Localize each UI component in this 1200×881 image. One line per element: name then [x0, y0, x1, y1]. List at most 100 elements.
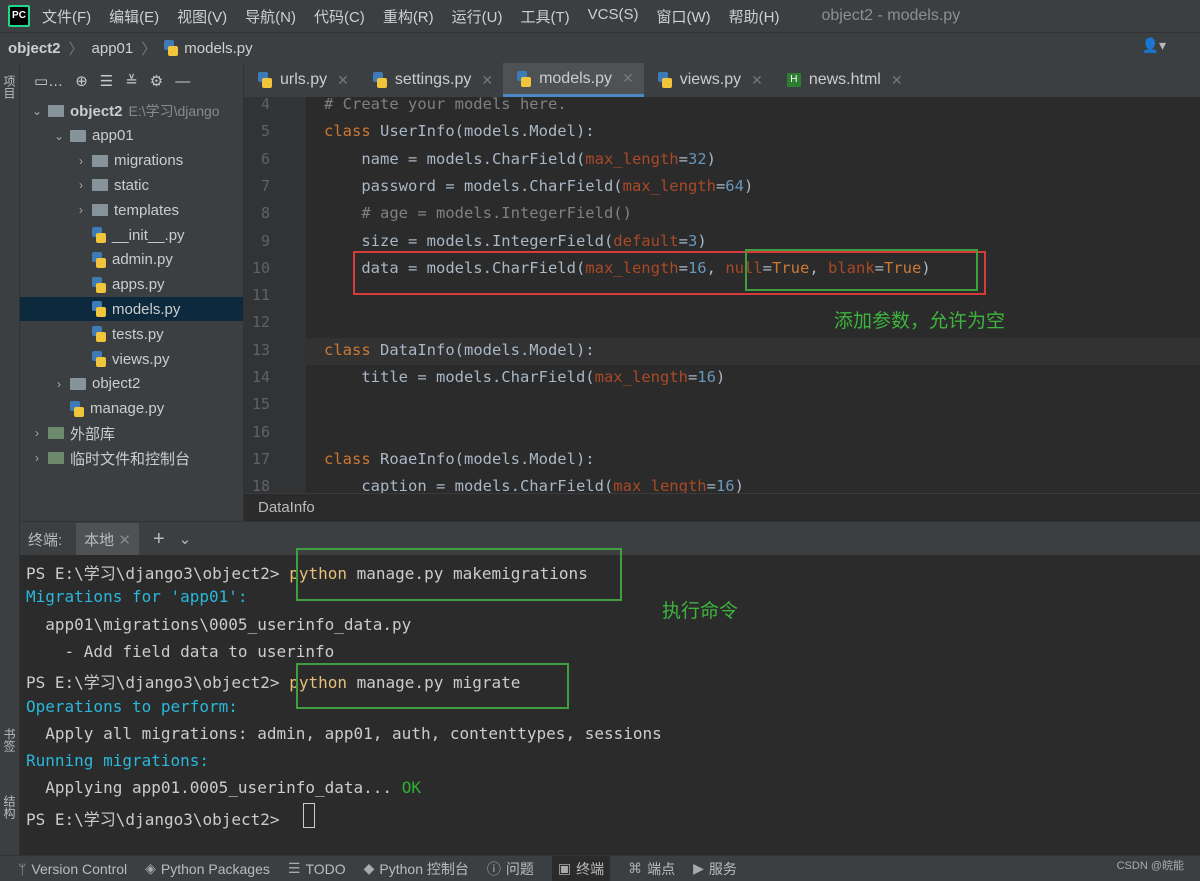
watermark: CSDN @皖能 — [1116, 860, 1184, 872]
chevron-right-icon: 〉 — [141, 40, 157, 58]
editor-tab-label: urls.py — [280, 71, 328, 88]
structure-tool-button[interactable]: 结构 — [1, 795, 18, 819]
python-file-icon — [92, 227, 106, 243]
tree-item[interactable]: __init__.py — [20, 223, 243, 247]
tree-item[interactable]: › 外部库 — [20, 421, 243, 445]
gear-icon[interactable]: ⚙ — [150, 72, 163, 90]
line-number: 6 — [260, 149, 270, 168]
close-icon[interactable]: ✕ — [891, 72, 903, 89]
editor-breadcrumb[interactable]: DataInfo — [244, 493, 1200, 521]
chevron-icon[interactable]: › — [74, 203, 88, 217]
tree-item[interactable]: models.py — [20, 297, 243, 322]
status-label: 服务 — [708, 860, 737, 877]
locate-icon[interactable]: ⊕ — [75, 72, 88, 90]
status-info[interactable]: ⓘ 问题 — [487, 859, 534, 879]
menu-item[interactable]: 帮助(H) — [729, 6, 780, 27]
add-icon[interactable]: + — [153, 528, 165, 551]
user-icon[interactable]: 👤▾ — [1142, 37, 1166, 54]
terminal-title: 终端: — [28, 531, 63, 549]
tree-item[interactable]: apps.py — [20, 273, 243, 297]
chevron-icon[interactable]: ⌄ — [30, 104, 44, 118]
code-line: class DataInfo(models.Model): — [324, 340, 595, 359]
breadcrumb-app01[interactable]: app01 — [92, 40, 134, 57]
annotation-command: 执行命令 — [662, 601, 739, 622]
chevron-icon[interactable]: › — [52, 377, 66, 391]
editor-tab[interactable]: models.py ✕ — [503, 63, 644, 97]
menu-item[interactable]: 运行(U) — [452, 6, 503, 27]
tree-item[interactable]: › static — [20, 173, 243, 197]
code-line: title = models.CharField(max_length=16) — [324, 368, 726, 386]
tab-local[interactable]: 本地 ✕ — [76, 522, 139, 556]
expand-all-icon[interactable]: ☰ — [100, 72, 113, 90]
chevron-icon[interactable]: › — [74, 178, 88, 192]
line-number: 11 — [251, 286, 270, 305]
status-branch[interactable]: ᛘ Version Control — [18, 861, 127, 877]
tree-item[interactable]: › 临时文件和控制台 — [20, 446, 243, 470]
editor-tab-label: news.html — [808, 71, 881, 88]
tree-item-label: 外部库 — [70, 425, 116, 443]
code-line: name = models.CharField(max_length=32) — [324, 149, 716, 168]
menu-item[interactable]: 窗口(W) — [656, 6, 710, 27]
close-icon[interactable]: ✕ — [622, 70, 634, 87]
menu-bar: PC 文件(F) 编辑(E) 视图(V) 导航(N) 代码(C) 重构(R) 运行(U) 工具… — [0, 0, 1200, 32]
breadcrumb-project[interactable]: object2 — [8, 40, 61, 57]
tree-item[interactable]: ⌄ object2 E:\学习\django — [20, 99, 243, 123]
list-icon: ☰ — [287, 860, 301, 876]
status-terminal[interactable]: ▣ 终端 — [551, 856, 611, 881]
menu-item[interactable]: 视图(V) — [177, 6, 227, 27]
status-list[interactable]: ☰ TODO — [288, 860, 346, 877]
status-layers[interactable]: ◈ Python Packages — [145, 860, 270, 877]
python-file-icon — [657, 72, 672, 88]
editor-tab[interactable]: urls.py ✕ — [244, 63, 359, 97]
tree-item[interactable]: › object2 — [20, 372, 243, 396]
line-number: 9 — [260, 231, 270, 250]
tree-item[interactable]: tests.py — [20, 322, 243, 346]
chevron-down-icon[interactable]: ⌄ — [179, 530, 192, 548]
tree-item[interactable]: › templates — [20, 198, 243, 222]
project-view-icon[interactable]: ▭… — [34, 72, 63, 90]
line-number: 8 — [260, 204, 270, 223]
menu-item[interactable]: 编辑(E) — [109, 6, 159, 27]
close-icon[interactable]: ✕ — [337, 72, 349, 89]
project-tool-button[interactable]: 项目 — [1, 75, 18, 99]
code-editor[interactable]: 4 5 6 7 8 9 10 11 12 13 14 15 16 17 18 # Create your m… — [244, 97, 1200, 493]
close-icon[interactable]: ✕ — [481, 72, 493, 89]
minimize-icon[interactable]: — — [175, 73, 190, 90]
close-icon[interactable]: ✕ — [118, 532, 131, 549]
menu-item[interactable]: 文件(F) — [42, 6, 91, 27]
tree-item[interactable]: views.py — [20, 347, 243, 371]
editor-tab[interactable]: Hnews.html ✕ — [773, 63, 913, 97]
tree-item[interactable]: › migrations — [20, 149, 243, 173]
tree-item[interactable]: ⌄ app01 — [20, 124, 243, 148]
status-play[interactable]: ▶ 服务 — [693, 859, 737, 879]
chevron-icon[interactable]: › — [30, 426, 44, 440]
chevron-icon[interactable]: › — [74, 154, 88, 168]
menu-item[interactable]: 导航(N) — [245, 6, 296, 27]
line-gutter: 4 5 6 7 8 9 10 11 12 13 14 15 16 17 18 — [244, 97, 306, 493]
project-toolbar: ▭… ⊕ ☰ ≚ ⚙ — — [20, 63, 243, 99]
tree-item-label: static — [114, 176, 150, 194]
chevron-icon[interactable]: › — [30, 451, 44, 465]
status-endpoints[interactable]: ⌘ 端点 — [628, 859, 675, 879]
menu-item[interactable]: 代码(C) — [314, 6, 365, 27]
tree-item[interactable]: admin.py — [20, 248, 243, 272]
terminal-line: app01\migrations\0005_userinfo_data.py — [26, 614, 412, 634]
chevron-icon[interactable]: ⌄ — [52, 129, 66, 143]
menu-item[interactable]: VCS(S) — [588, 6, 639, 27]
terminal-cursor — [303, 803, 315, 828]
code-line: caption = models.CharField(max_length=16… — [324, 477, 744, 493]
play-icon: ▶ — [693, 860, 704, 876]
breadcrumb-file[interactable]: models.py — [184, 40, 252, 57]
status-label: 终端 — [576, 860, 605, 877]
tree-item-label: tests.py — [112, 325, 164, 343]
status-python[interactable]: ◆ Python 控制台 — [364, 859, 469, 879]
collapse-all-icon[interactable]: ≚ — [125, 72, 138, 90]
info-icon: ⓘ — [486, 860, 501, 877]
close-icon[interactable]: ✕ — [751, 72, 763, 89]
editor-tab[interactable]: settings.py ✕ — [359, 63, 503, 97]
editor-tab[interactable]: views.py ✕ — [644, 63, 773, 97]
menu-item[interactable]: 工具(T) — [520, 6, 569, 27]
tree-item[interactable]: manage.py — [20, 397, 243, 421]
bookmarks-tool-button[interactable]: 书签 — [1, 728, 18, 752]
menu-item[interactable]: 重构(R) — [383, 6, 434, 27]
